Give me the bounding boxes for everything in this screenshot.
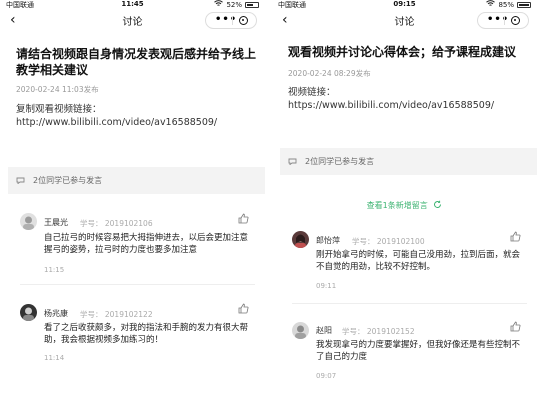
participants-bar: 2位同学已参与发言: [280, 148, 537, 175]
new-comment-label: 查看1条新增留言: [366, 201, 428, 210]
avatar: [20, 304, 37, 321]
student-id: 学号： 2019102106: [80, 219, 153, 228]
student-id: 学号： 2019102122: [80, 310, 153, 319]
comment-text: 我发现拿弓的力度要掌握好，但我好像还是有些控制不了自己的力度: [316, 340, 521, 362]
thumbs-up-icon[interactable]: [238, 303, 249, 314]
comment-time: 09:07: [316, 372, 337, 380]
student-id: 学号： 2019102100: [352, 237, 425, 246]
right-phone-screen: 中国联通 09:15 85% ‹ 讨论 ••• 观看视频并讨论心得体会；给予课程…: [272, 0, 537, 403]
student-id: 学号： 2019102152: [342, 327, 415, 336]
post-title: 观看视频并讨论心得体会；给予课程成建议: [288, 45, 517, 59]
comment-text: 自己拉弓的时候容易把大拇指伸进去，以后会更加注意握弓的姿势，拉弓时的力度也要多加…: [44, 233, 249, 255]
thumbs-up-icon[interactable]: [510, 231, 521, 242]
mini-program-capsule: •••: [205, 12, 257, 29]
battery-percent: 85%: [498, 0, 514, 9]
participants-count: 2位同学已参与发言: [33, 176, 103, 185]
wifi-icon: [486, 0, 496, 9]
thumbs-up-icon[interactable]: [510, 321, 521, 332]
commenter-name: 赵阳: [316, 326, 332, 335]
avatar: [292, 231, 309, 248]
post-title: 请结合视频跟自身情况发表观后感并给予线上教学相关建议: [16, 47, 257, 77]
status-bar: 中国联通 11:45 52%: [0, 0, 265, 10]
more-dots-icon[interactable]: •••: [487, 14, 509, 25]
post-date: 2020-02-24 08:29发布: [288, 69, 371, 78]
commenter-name: 杨兆康: [44, 309, 68, 318]
target-close-icon[interactable]: [239, 16, 248, 25]
more-dots-icon[interactable]: •••: [215, 14, 237, 25]
post-link[interactable]: 复制观看视频链接： http://www.bilibili.com/video/…: [16, 103, 265, 129]
divider: [20, 284, 255, 285]
battery-icon: [517, 1, 531, 8]
left-phone-screen: 中国联通 11:45 52% ‹ 讨论 ••• 请结合视频跟自身情况发表观后感并…: [0, 0, 265, 403]
participants-bar: 2位同学已参与发言: [8, 167, 265, 194]
mini-program-capsule: •••: [477, 12, 529, 29]
post-date: 2020-02-24 11:03发布: [16, 85, 99, 94]
new-comment-link[interactable]: 查看1条新增留言: [272, 200, 537, 211]
nav-bar: ‹ 讨论 •••: [0, 10, 265, 32]
avatar: [20, 213, 37, 230]
comment-time: 09:11: [316, 282, 337, 290]
refresh-icon: [434, 200, 442, 208]
divider: [292, 303, 527, 304]
comment-time: 11:15: [44, 266, 65, 274]
battery-percent: 52%: [226, 0, 242, 9]
post-link[interactable]: 视频链接： https://www.bilibili.com/video/av1…: [288, 86, 537, 112]
avatar: [292, 322, 309, 339]
commenter-name: 郎怡萍: [316, 236, 340, 245]
comment-icon: [288, 158, 297, 165]
thumbs-up-icon[interactable]: [238, 213, 249, 224]
nav-bar: ‹ 讨论 •••: [272, 10, 537, 32]
target-close-icon[interactable]: [511, 16, 520, 25]
status-bar: 中国联通 09:15 85%: [272, 0, 537, 10]
battery-icon: [245, 1, 259, 8]
comment-text: 看了之后收获颇多，对我的指法和手腕的发力有很大帮助，我会根据视频多加练习的！: [44, 323, 249, 345]
commenter-name: 王晨光: [44, 218, 68, 227]
wifi-icon: [214, 0, 224, 9]
participants-count: 2位同学已参与发言: [305, 157, 375, 166]
comment-text: 刚开始拿弓的时候，可能自己没用劲，拉到后面，就会不自觉的用劲，比较不好控制。: [316, 250, 521, 272]
comment-icon: [16, 177, 25, 184]
comment-time: 11:14: [44, 354, 65, 362]
